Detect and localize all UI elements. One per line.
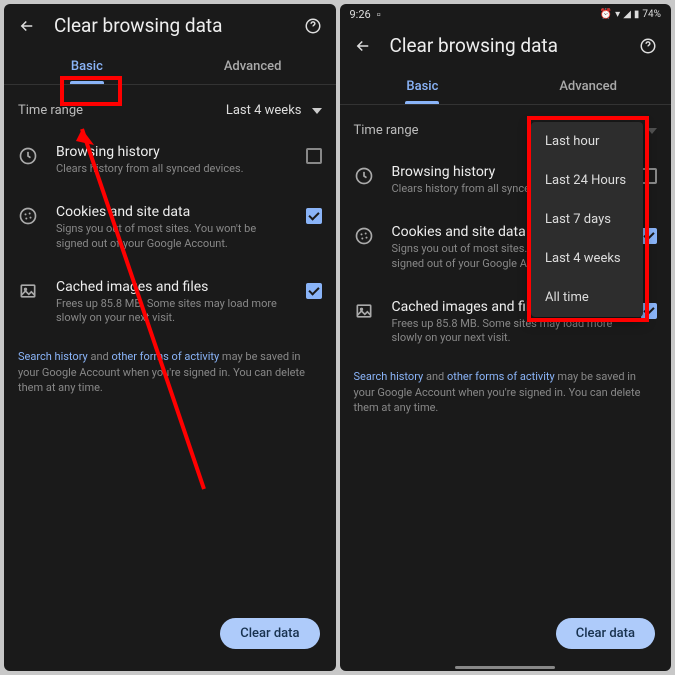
activity-link[interactable]: other forms of activity	[111, 350, 219, 363]
dropdown-item-all-time[interactable]: All time	[531, 278, 643, 317]
tab-advanced[interactable]: Advanced	[170, 47, 336, 84]
clear-data-button[interactable]: Clear data	[220, 618, 319, 649]
screenshot-right: 9:26 ▫ ⏰ ▾ ◢ ▮ 74% Clear browsing data B…	[340, 4, 672, 671]
activity-link[interactable]: other forms of activity	[447, 370, 555, 383]
checkbox-cache[interactable]	[306, 283, 322, 299]
chevron-down-icon	[312, 108, 322, 114]
time-range-dropdown: Last hour Last 24 Hours Last 7 days Last…	[531, 122, 643, 317]
option-sub: Frees up 85.8 MB. Some sites may load mo…	[392, 317, 624, 346]
battery-icon: ▮	[634, 9, 640, 20]
time-range-selector[interactable]	[647, 128, 657, 134]
clear-data-button[interactable]: Clear data	[556, 618, 655, 649]
option-title: Cached images and files	[56, 279, 288, 295]
status-time: 9:26	[350, 8, 371, 21]
dropdown-item-last-hour[interactable]: Last hour	[531, 122, 643, 161]
clock-icon	[18, 146, 38, 166]
screenshot-left: Clear browsing data Basic Advanced Time …	[4, 4, 336, 671]
option-history[interactable]: Browsing history Clears history from all…	[4, 130, 336, 190]
tabs: Basic Advanced	[4, 47, 336, 85]
option-sub: Clears history from all synced devices.	[56, 162, 288, 176]
checkbox-cookies[interactable]	[641, 228, 657, 244]
footer-text: Search history and other forms of activi…	[4, 339, 336, 405]
checkbox-history[interactable]	[306, 148, 322, 164]
page-title: Clear browsing data	[390, 34, 622, 57]
image-icon	[18, 281, 38, 301]
notification-icon: ▫	[377, 8, 381, 21]
checkbox-cookies[interactable]	[306, 208, 322, 224]
dropdown-item-last-7-days[interactable]: Last 7 days	[531, 200, 643, 239]
cookie-icon	[354, 226, 374, 246]
time-range-value: Last 4 weeks	[226, 103, 302, 118]
option-cookies[interactable]: Cookies and site data Signs you out of m…	[4, 190, 336, 265]
option-title: Cookies and site data	[56, 204, 288, 220]
back-arrow-icon[interactable]	[354, 37, 372, 55]
checkbox-cache[interactable]	[641, 303, 657, 319]
checkbox-history[interactable]	[641, 168, 657, 184]
app-header: Clear browsing data	[4, 4, 336, 47]
option-sub: Frees up 85.8 MB. Some sites may load mo…	[56, 297, 288, 326]
time-range-label: Time range	[18, 103, 83, 118]
option-title: Browsing history	[56, 144, 288, 160]
wifi-icon: ▾	[615, 9, 620, 20]
app-header: Clear browsing data	[340, 24, 672, 67]
help-icon[interactable]	[639, 37, 657, 55]
help-icon[interactable]	[304, 17, 322, 35]
alarm-icon: ⏰	[600, 9, 612, 20]
search-history-link[interactable]: Search history	[18, 350, 88, 363]
image-icon	[354, 301, 374, 321]
option-cache[interactable]: Cached images and files Frees up 85.8 MB…	[4, 265, 336, 340]
dropdown-item-last-24-hours[interactable]: Last 24 Hours	[531, 161, 643, 200]
tabs: Basic Advanced	[340, 67, 672, 105]
tab-basic[interactable]: Basic	[340, 67, 506, 104]
tab-basic[interactable]: Basic	[4, 47, 170, 84]
status-bar: 9:26 ▫ ⏰ ▾ ◢ ▮ 74%	[340, 4, 672, 24]
option-sub: Signs you out of most sites. You won't b…	[56, 222, 288, 251]
clock-icon	[354, 166, 374, 186]
time-range-row: Time range Last 4 weeks	[4, 85, 336, 130]
battery-percent: 74%	[642, 9, 661, 20]
time-range-label: Time range	[354, 123, 419, 138]
back-arrow-icon[interactable]	[18, 17, 36, 35]
nav-bar-handle[interactable]	[455, 666, 555, 669]
time-range-selector[interactable]: Last 4 weeks	[226, 103, 322, 118]
signal-icon: ◢	[623, 9, 631, 20]
footer-text: Search history and other forms of activi…	[340, 359, 672, 425]
page-title: Clear browsing data	[54, 14, 286, 37]
dropdown-item-last-4-weeks[interactable]: Last 4 weeks	[531, 239, 643, 278]
cookie-icon	[18, 206, 38, 226]
search-history-link[interactable]: Search history	[354, 370, 424, 383]
tab-advanced[interactable]: Advanced	[505, 67, 671, 104]
chevron-down-icon	[647, 128, 657, 134]
